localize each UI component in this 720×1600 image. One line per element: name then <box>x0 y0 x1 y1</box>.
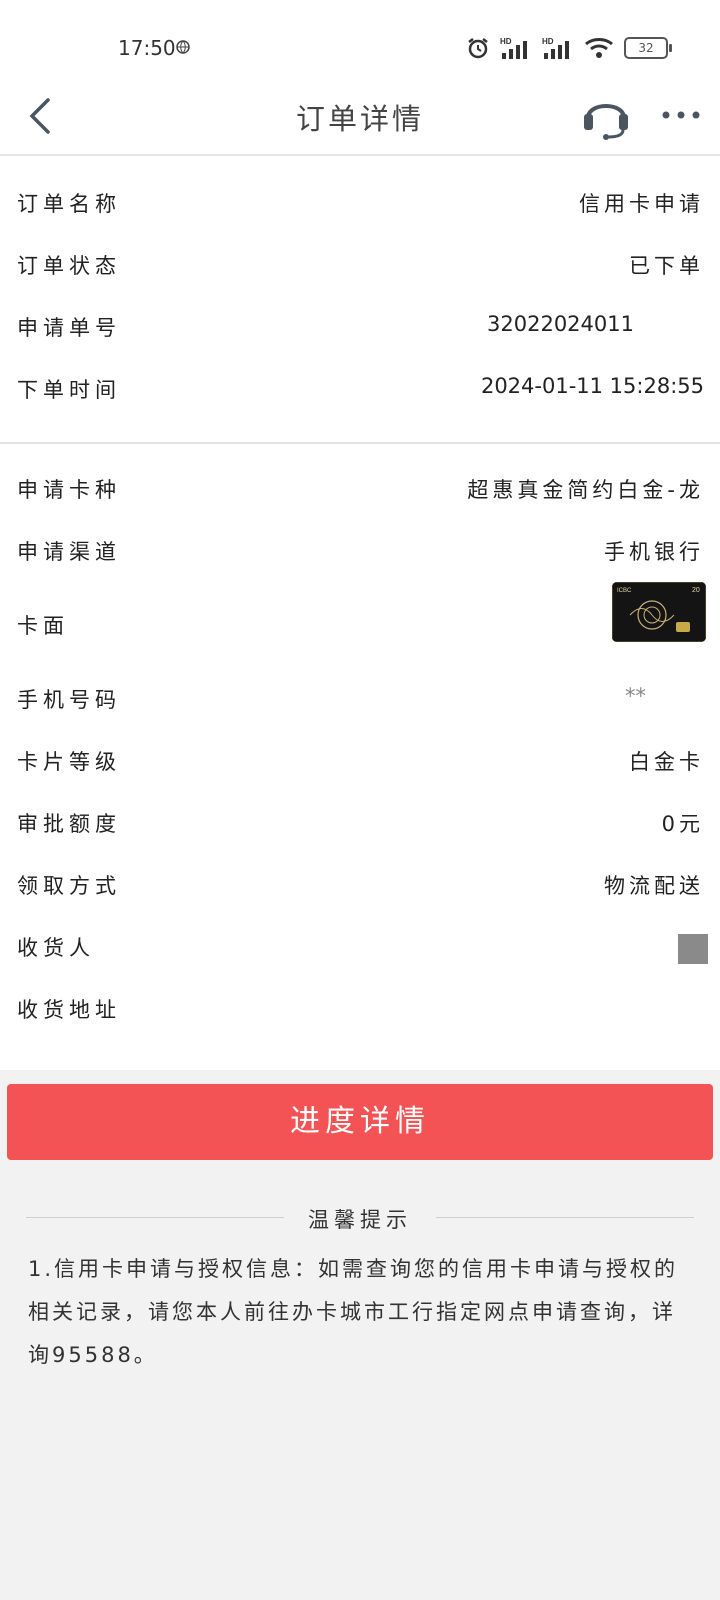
card-face-row: 卡面 ICBC 20 <box>0 582 720 654</box>
card-type-value: 超惠真金简约白金-龙 <box>467 478 704 502</box>
navigation-bar: 订单详情 <box>0 80 720 156</box>
application-number-label: 申请单号 <box>17 316 121 340</box>
recipient-row: 收货人 <box>0 914 720 976</box>
recipient-label: 收货人 <box>17 936 95 960</box>
card-level-label: 卡片等级 <box>17 750 121 774</box>
channel-row: 申请渠道 手机银行 <box>0 518 720 580</box>
progress-details-button[interactable]: 进度详情 <box>7 1084 713 1160</box>
address-label: 收货地址 <box>17 998 121 1022</box>
globe-icon <box>176 40 190 54</box>
status-bar: 17:50 HD HD 32 <box>0 0 720 80</box>
battery-icon: 32 <box>624 37 672 59</box>
phone-row: 手机号码 ** <box>0 666 720 728</box>
phone-label: 手机号码 <box>17 688 121 712</box>
credit-limit-label: 审批额度 <box>17 812 121 836</box>
card-type-label: 申请卡种 <box>17 478 121 502</box>
card-face-label: 卡面 <box>17 614 69 638</box>
card-info-section: 申请卡种 超惠真金简约白金-龙 申请渠道 手机银行 卡面 ICBC 20 手机号… <box>0 444 720 1070</box>
card-art-icon: ICBC 20 <box>612 582 706 642</box>
tips-title: 温馨提示 <box>308 1208 412 1232</box>
channel-value: 手机银行 <box>604 540 704 564</box>
tips-header: 温馨提示 <box>26 1200 694 1236</box>
application-number-row: 申请单号 32022024011 <box>0 294 720 356</box>
wifi-icon <box>585 38 613 58</box>
order-info-section: 订单名称 信用卡申请 订单状态 已下单 申请单号 32022024011 下单时… <box>0 156 720 444</box>
status-time: 17:50 <box>118 36 176 60</box>
order-name-label: 订单名称 <box>17 192 121 216</box>
card-brand-text: ICBC <box>617 588 632 594</box>
card-face-image[interactable]: ICBC 20 <box>612 582 706 642</box>
order-status-value: 已下单 <box>629 254 704 278</box>
order-status-row: 订单状态 已下单 <box>0 232 720 294</box>
order-time-row: 下单时间 2024-01-11 15:28:55 <box>0 356 720 418</box>
hd-signal-icon: HD <box>542 37 569 59</box>
order-time-value: 2024-01-11 15:28:55 <box>480 374 704 398</box>
svg-text:20: 20 <box>692 587 700 594</box>
delivery-method-label: 领取方式 <box>17 874 121 898</box>
recipient-masked-value <box>678 934 708 964</box>
hd-signal-icon: HD <box>500 37 527 59</box>
channel-label: 申请渠道 <box>17 540 121 564</box>
more-dots-icon[interactable] <box>660 100 702 130</box>
svg-text:HD: HD <box>500 37 512 46</box>
order-time-label: 下单时间 <box>17 378 121 402</box>
headset-icon[interactable] <box>582 90 630 140</box>
alarm-icon <box>468 38 488 59</box>
card-level-value: 白金卡 <box>629 750 704 774</box>
application-number-value: 32022024011 <box>487 312 634 336</box>
card-type-row: 申请卡种 超惠真金简约白金-龙 <box>0 456 720 518</box>
phone-value: ** <box>625 684 646 708</box>
status-icons: HD HD 32 <box>466 36 672 60</box>
delivery-method-value: 物流配送 <box>604 874 704 898</box>
order-status-label: 订单状态 <box>17 254 121 278</box>
tips-text: 1.信用卡申请与授权信息：如需查询您的信用卡申请与授权的相关记录，请您本人前往办… <box>28 1257 679 1367</box>
svg-text:HD: HD <box>542 37 554 46</box>
address-row: 收货地址 <box>0 976 720 1038</box>
credit-limit-row: 审批额度 0元 <box>0 790 720 852</box>
order-name-row: 订单名称 信用卡申请 <box>0 170 720 232</box>
credit-limit-value: 0元 <box>661 812 704 836</box>
order-name-value: 信用卡申请 <box>579 192 704 216</box>
card-level-row: 卡片等级 白金卡 <box>0 728 720 790</box>
delivery-method-row: 领取方式 物流配送 <box>0 852 720 914</box>
